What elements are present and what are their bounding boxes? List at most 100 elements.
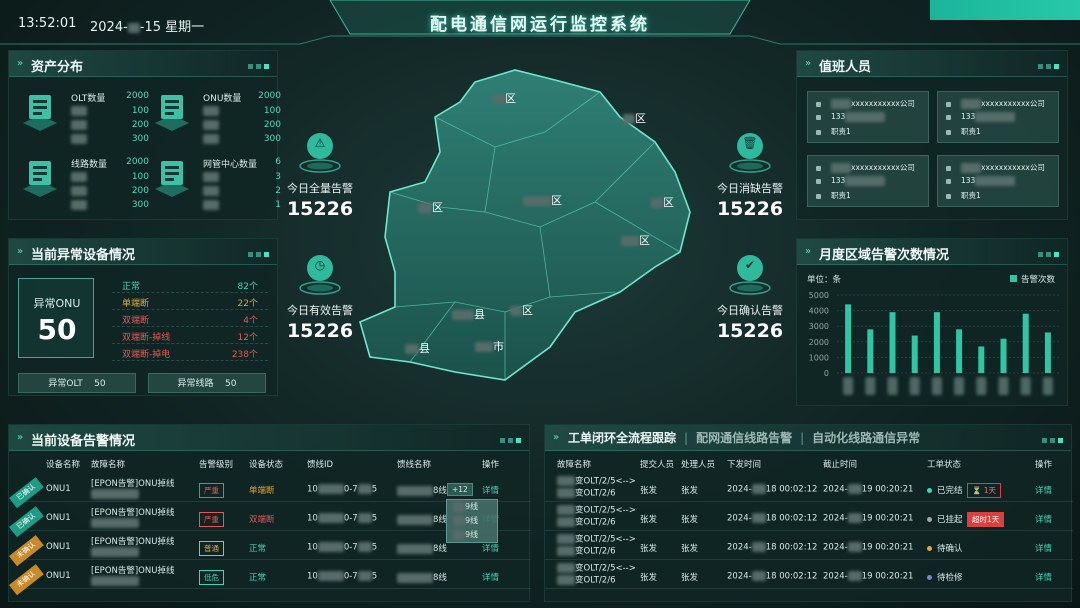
- map-region-label[interactable]: 县: [405, 340, 430, 356]
- map-region-suffix: 区: [551, 194, 562, 207]
- detail-link[interactable]: 详情: [482, 542, 499, 554]
- detail-link[interactable]: 详情: [1035, 513, 1052, 525]
- duty-company-text: xxxxxxxxxxx公司: [851, 163, 915, 172]
- workorder-tab[interactable]: 工单闭环全流程跟踪: [568, 431, 676, 445]
- map-region-label[interactable]: 区: [651, 194, 674, 210]
- masked-text: [557, 534, 575, 544]
- issued-date-a: 2024-: [727, 542, 752, 553]
- duty-phone-text: 133: [831, 112, 846, 121]
- status-row[interactable]: 双端断-掉线 12个: [112, 327, 268, 344]
- date-suffix: -15 星期一: [139, 20, 205, 35]
- detail-link[interactable]: 详情: [1035, 542, 1052, 554]
- map-region-suffix: 区: [432, 201, 443, 214]
- table-row[interactable]: 变OLT/2/5<--> 变OLT/2/6 张发 张发 2024- 18 00:02:12…: [545, 561, 1073, 589]
- masked-text: [847, 513, 862, 523]
- masked-text: [557, 516, 575, 527]
- table-row[interactable]: 已确认 ONU1 [EPON告警]ONU掉线 严重 单端断 10 0-7 5 8线 +12 详情: [9, 474, 531, 509]
- status-name: 正常: [122, 282, 141, 292]
- chart-bar[interactable]: [956, 329, 963, 373]
- clock-time: 13:52:01: [18, 16, 77, 31]
- map-region-label[interactable]: 区: [623, 110, 646, 126]
- map-region-suffix: 县: [419, 342, 430, 355]
- detail-link[interactable]: 详情: [482, 571, 499, 583]
- alarm-panel: » 当前设备告警情况 设备名称 故障名称 告警级别 设备状态 馈线ID 馈线名称 操作 已确认…: [8, 424, 531, 602]
- table-row[interactable]: 变OLT/2/5<--> 变OLT/2/6 张发 张发 2024- 18 00:02:12…: [545, 503, 1073, 531]
- map-region-label[interactable]: 区: [621, 232, 650, 248]
- map-region-label[interactable]: 区: [493, 90, 516, 106]
- duty-card[interactable]: xxxxxxxxxxx公司 133 职责1: [807, 91, 929, 143]
- map-region-label[interactable]: 区: [510, 302, 533, 318]
- chart-bar[interactable]: [1000, 338, 1007, 373]
- alarm-panel-title: 当前设备告警情况: [31, 434, 136, 449]
- masked-text: [847, 542, 862, 552]
- fault-line-text: 变OLT/2/5<-->: [575, 534, 636, 545]
- duty-card[interactable]: xxxxxxxxxxx公司 133 职责1: [807, 155, 929, 207]
- status-dot-icon: [927, 546, 932, 551]
- duty-card[interactable]: xxxxxxxxxxx公司 133 职责1: [937, 91, 1059, 143]
- table-row[interactable]: 变OLT/2/5<--> 变OLT/2/6 张发 张发 2024- 18 00:02:12…: [545, 532, 1073, 560]
- fault-name: [EPON告警]ONU掉线: [91, 535, 174, 558]
- table-header: 设备名称: [46, 460, 81, 470]
- asset-sub-label: [71, 106, 87, 117]
- status-row[interactable]: 单端断 22个: [112, 293, 268, 310]
- due-time: 2024- 19 00:20:21: [823, 484, 913, 495]
- detail-link[interactable]: 详情: [482, 484, 499, 496]
- masked-x-label: [931, 377, 942, 395]
- map-region-label[interactable]: 区: [418, 199, 443, 215]
- status-row[interactable]: 双端断 4个: [112, 310, 268, 327]
- status-row[interactable]: 正常 82个: [112, 276, 268, 293]
- popup-item[interactable]: 9线: [447, 500, 497, 514]
- fault-line-text: 变OLT/2/6: [575, 488, 616, 498]
- abnormal-line-label: 异常线路: [177, 379, 214, 389]
- duty-card[interactable]: xxxxxxxxxxx公司 133 职责1: [937, 155, 1059, 207]
- abnormal-olt-button[interactable]: 异常OLT 50: [18, 373, 136, 393]
- map-region-label[interactable]: 市: [475, 338, 504, 354]
- workorder-tab[interactable]: 自动化线路通信异常: [812, 431, 920, 445]
- workorder-tab[interactable]: 配网通信线路告警: [696, 431, 792, 445]
- asset-sub-label: [71, 172, 87, 183]
- issued-time: 2024- 18 00:02:12: [727, 571, 817, 582]
- chart-bar[interactable]: [1044, 332, 1051, 373]
- masked-text: [621, 236, 639, 246]
- status-count: 12个: [237, 333, 258, 343]
- table-row[interactable]: 变OLT/2/5<--> 变OLT/2/6 张发 张发 2024- 18 00:02:12…: [545, 474, 1073, 502]
- detail-link[interactable]: 详情: [1035, 484, 1052, 496]
- chart-bar[interactable]: [978, 346, 985, 373]
- masked-text: [317, 571, 344, 581]
- chart-bar[interactable]: [867, 329, 874, 373]
- masked-x-label: [865, 377, 876, 395]
- table-row[interactable]: 未确认 ONU1 [EPON告警]ONU掉线 低危 正常 10 0-7 5 8线 详情: [9, 561, 531, 596]
- region-map[interactable]: 区区区区区区区县县市: [355, 62, 725, 392]
- chart-bar[interactable]: [933, 312, 940, 373]
- map-region-label[interactable]: 县: [452, 306, 485, 322]
- duty-role-text: 职责1: [831, 191, 851, 200]
- fault-line-text: 变OLT/2/5<-->: [575, 505, 636, 516]
- status-row[interactable]: 双端断-掉电 238个: [112, 344, 268, 361]
- person-icon: [946, 101, 951, 107]
- duty-company: xxxxxxxxxxx公司: [816, 98, 915, 109]
- duty-role: 职责1: [816, 126, 851, 137]
- popup-item[interactable]: 9线: [447, 514, 497, 528]
- masked-text: [452, 310, 474, 320]
- chart-bar[interactable]: [1022, 313, 1029, 373]
- chart-bar[interactable]: [889, 312, 896, 373]
- status-name: 双端断-掉线: [122, 333, 171, 343]
- asset-group[interactable]: OLT数量 2000 100 200 300: [19, 87, 149, 147]
- duty-role: 职责1: [816, 190, 851, 201]
- asset-group[interactable]: 线路数量 2000 100 200 300: [19, 153, 149, 213]
- fault-line-text: 变OLT/2/6: [575, 517, 616, 527]
- abnormal-onu-box[interactable]: 异常ONU 50: [18, 278, 94, 358]
- abnormal-line-button[interactable]: 异常线路 50: [148, 373, 266, 393]
- device-status: 双端断: [249, 515, 275, 525]
- detail-link[interactable]: 详情: [1035, 571, 1052, 583]
- level-tag: 普通: [199, 541, 224, 556]
- chart-bar[interactable]: [845, 304, 852, 373]
- fault-line: 变OLT/2/6: [557, 487, 636, 500]
- feeder-count-badge[interactable]: +12: [447, 483, 473, 496]
- duty-phone: 133: [816, 112, 886, 122]
- chart-bar[interactable]: [911, 335, 918, 373]
- popup-item[interactable]: 9线: [447, 528, 497, 542]
- issued-date-b: 18 00:02:12: [765, 484, 818, 495]
- map-region-label[interactable]: 区: [523, 192, 562, 208]
- monthly-panel: » 月度区域告警次数情况 单位：条 告警次数 5000 4000 3000 2000 1…: [796, 238, 1068, 406]
